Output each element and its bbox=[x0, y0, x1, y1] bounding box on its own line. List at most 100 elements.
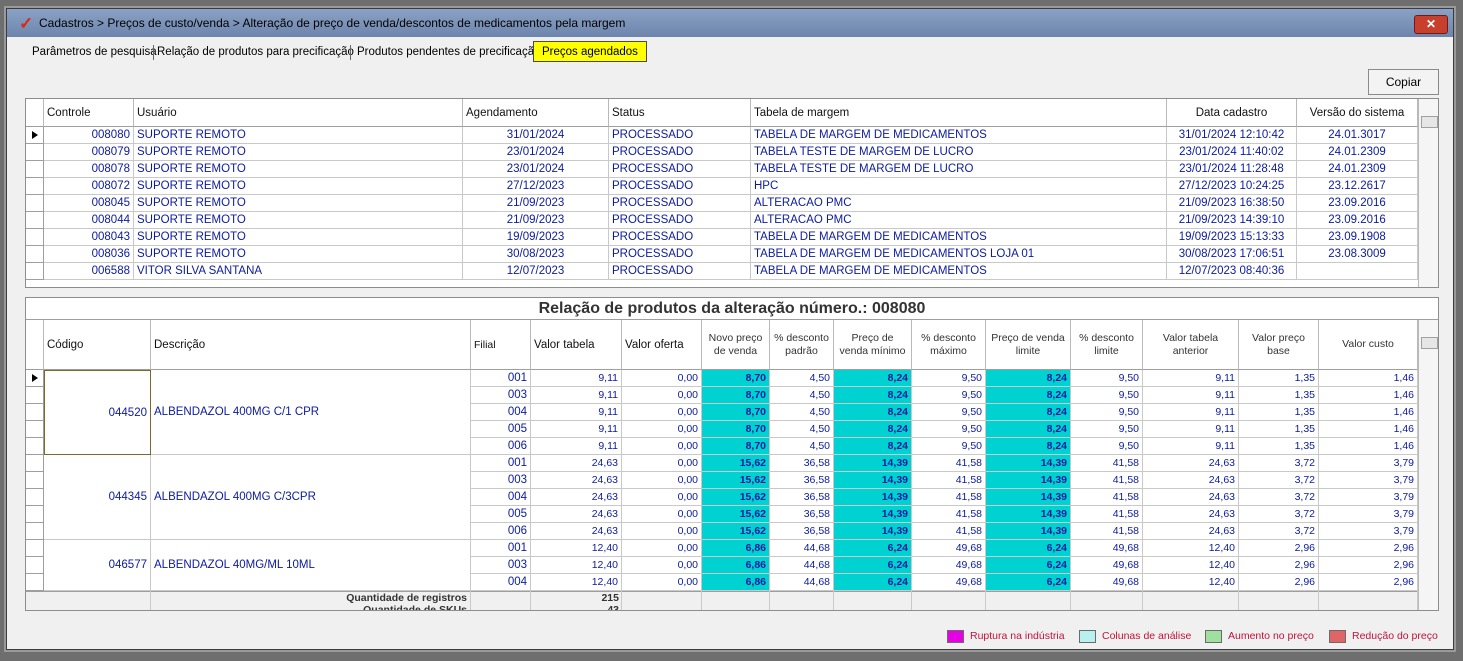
cell-desconto-limite[interactable]: 41,58 bbox=[1071, 523, 1143, 540]
cell-preco-venda-limite[interactable]: 14,39 bbox=[986, 455, 1071, 472]
cell-data-cadastro[interactable]: 19/09/2023 15:13:33 bbox=[1167, 229, 1297, 246]
col-header-desconto-maximo[interactable]: % desconto máximo bbox=[912, 320, 986, 370]
vertical-scrollbar[interactable] bbox=[1418, 320, 1438, 610]
cell-filial[interactable]: 006 bbox=[471, 523, 531, 540]
cell-valor-custo[interactable]: 2,96 bbox=[1319, 557, 1418, 574]
cell-preco-venda-limite[interactable]: 14,39 bbox=[986, 523, 1071, 540]
col-header-agendamento[interactable]: Agendamento bbox=[463, 99, 609, 127]
cell-desconto-maximo[interactable]: 41,58 bbox=[912, 489, 986, 506]
cell-valor-preco-base[interactable]: 1,35 bbox=[1239, 387, 1319, 404]
cell-valor-tabela-anterior[interactable]: 9,11 bbox=[1143, 387, 1239, 404]
cell-valor-preco-base[interactable]: 3,72 bbox=[1239, 472, 1319, 489]
cell-status[interactable]: PROCESSADO bbox=[609, 246, 751, 263]
cell-preco-venda-minimo[interactable]: 14,39 bbox=[834, 523, 912, 540]
cell-desconto-limite[interactable]: 9,50 bbox=[1071, 404, 1143, 421]
row-indicator[interactable] bbox=[26, 489, 44, 506]
cell-agendamento[interactable]: 19/09/2023 bbox=[463, 229, 609, 246]
cell-valor-custo[interactable]: 3,79 bbox=[1319, 506, 1418, 523]
cell-desconto-padrao[interactable]: 4,50 bbox=[770, 438, 834, 455]
cell-filial[interactable]: 004 bbox=[471, 574, 531, 591]
col-header-valor-preco-base[interactable]: Valor preço base bbox=[1239, 320, 1319, 370]
cell-status[interactable]: PROCESSADO bbox=[609, 178, 751, 195]
cell-desconto-padrao[interactable]: 4,50 bbox=[770, 370, 834, 387]
cell-valor-tabela-anterior[interactable]: 12,40 bbox=[1143, 574, 1239, 591]
table-row[interactable]: 008045 SUPORTE REMOTO 21/09/2023 PROCESSADO… bbox=[26, 195, 1418, 212]
table-row[interactable]: 008044 SUPORTE REMOTO 21/09/2023 PROCESSADO… bbox=[26, 212, 1418, 229]
cell-versao-sistema[interactable]: 23.08.3009 bbox=[1297, 246, 1418, 263]
row-indicator[interactable] bbox=[26, 438, 44, 455]
col-header-data-cadastro[interactable]: Data cadastro bbox=[1167, 99, 1297, 127]
tab-search-params[interactable]: Parâmetros de pesquisa bbox=[32, 42, 157, 62]
cell-controle[interactable]: 008045 bbox=[44, 195, 134, 212]
cell-valor-custo[interactable]: 1,46 bbox=[1319, 370, 1418, 387]
cell-preco-venda-limite[interactable]: 8,24 bbox=[986, 421, 1071, 438]
cell-agendamento[interactable]: 27/12/2023 bbox=[463, 178, 609, 195]
cell-desconto-padrao[interactable]: 4,50 bbox=[770, 404, 834, 421]
cell-valor-custo[interactable]: 3,79 bbox=[1319, 472, 1418, 489]
cell-valor-tabela[interactable]: 24,63 bbox=[531, 506, 622, 523]
cell-agendamento[interactable]: 30/08/2023 bbox=[463, 246, 609, 263]
row-indicator[interactable] bbox=[26, 540, 44, 557]
row-indicator[interactable] bbox=[26, 421, 44, 438]
cell-tabela-margem[interactable]: TABELA DE MARGEM DE MEDICAMENTOS bbox=[751, 263, 1167, 280]
cell-filial[interactable]: 003 bbox=[471, 387, 531, 404]
cell-preco-venda-minimo[interactable]: 14,39 bbox=[834, 506, 912, 523]
cell-valor-custo[interactable]: 3,79 bbox=[1319, 523, 1418, 540]
cell-desconto-maximo[interactable]: 41,58 bbox=[912, 472, 986, 489]
cell-desconto-maximo[interactable]: 41,58 bbox=[912, 523, 986, 540]
cell-valor-oferta[interactable]: 0,00 bbox=[622, 540, 702, 557]
cell-valor-oferta[interactable]: 0,00 bbox=[622, 404, 702, 421]
cell-valor-oferta[interactable]: 0,00 bbox=[622, 370, 702, 387]
cell-valor-oferta[interactable]: 0,00 bbox=[622, 472, 702, 489]
cell-versao-sistema[interactable]: 23.09.2016 bbox=[1297, 195, 1418, 212]
tab-products-for-pricing[interactable]: Relação de produtos para precificação bbox=[157, 42, 354, 62]
cell-preco-venda-minimo[interactable]: 8,24 bbox=[834, 421, 912, 438]
cell-agendamento[interactable]: 21/09/2023 bbox=[463, 195, 609, 212]
cell-preco-venda-limite[interactable]: 6,24 bbox=[986, 557, 1071, 574]
cell-valor-tabela[interactable]: 9,11 bbox=[531, 370, 622, 387]
cell-preco-venda-limite[interactable]: 8,24 bbox=[986, 438, 1071, 455]
cell-tabela-margem[interactable]: TABELA TESTE DE MARGEM DE LUCRO bbox=[751, 144, 1167, 161]
cell-desconto-limite[interactable]: 49,68 bbox=[1071, 540, 1143, 557]
cell-agendamento[interactable]: 31/01/2024 bbox=[463, 127, 609, 144]
col-header-valor-tabela-anterior[interactable]: Valor tabela anterior bbox=[1143, 320, 1239, 370]
cell-filial[interactable]: 004 bbox=[471, 404, 531, 421]
cell-tabela-margem[interactable]: ALTERACAO PMC bbox=[751, 212, 1167, 229]
table-row[interactable]: 008036 SUPORTE REMOTO 30/08/2023 PROCESSADO… bbox=[26, 246, 1418, 263]
cell-data-cadastro[interactable]: 31/01/2024 12:10:42 bbox=[1167, 127, 1297, 144]
cell-preco-venda-limite[interactable]: 8,24 bbox=[986, 370, 1071, 387]
cell-preco-venda-limite[interactable]: 8,24 bbox=[986, 404, 1071, 421]
cell-tabela-margem[interactable]: TABELA DE MARGEM DE MEDICAMENTOS LOJA 01 bbox=[751, 246, 1167, 263]
cell-valor-oferta[interactable]: 0,00 bbox=[622, 523, 702, 540]
col-header-codigo[interactable]: Código bbox=[44, 320, 151, 370]
cell-status[interactable]: PROCESSADO bbox=[609, 263, 751, 280]
col-header-valor-tabela[interactable]: Valor tabela bbox=[531, 320, 622, 370]
cell-usuario[interactable]: SUPORTE REMOTO bbox=[134, 229, 463, 246]
cell-valor-tabela[interactable]: 9,11 bbox=[531, 421, 622, 438]
cell-data-cadastro[interactable]: 12/07/2023 08:40:36 bbox=[1167, 263, 1297, 280]
cell-valor-custo[interactable]: 3,79 bbox=[1319, 455, 1418, 472]
cell-valor-preco-base[interactable]: 3,72 bbox=[1239, 523, 1319, 540]
cell-valor-tabela-anterior[interactable]: 24,63 bbox=[1143, 455, 1239, 472]
cell-tabela-margem[interactable]: TABELA TESTE DE MARGEM DE LUCRO bbox=[751, 161, 1167, 178]
cell-status[interactable]: PROCESSADO bbox=[609, 127, 751, 144]
cell-codigo[interactable]: 046577 bbox=[44, 540, 151, 591]
cell-data-cadastro[interactable]: 23/01/2024 11:40:02 bbox=[1167, 144, 1297, 161]
row-indicator[interactable] bbox=[26, 212, 44, 229]
cell-novo-preco-venda[interactable]: 6,86 bbox=[702, 574, 770, 591]
cell-preco-venda-minimo[interactable]: 6,24 bbox=[834, 540, 912, 557]
cell-agendamento[interactable]: 21/09/2023 bbox=[463, 212, 609, 229]
cell-novo-preco-venda[interactable]: 15,62 bbox=[702, 523, 770, 540]
cell-desconto-limite[interactable]: 41,58 bbox=[1071, 472, 1143, 489]
cell-usuario[interactable]: SUPORTE REMOTO bbox=[134, 161, 463, 178]
cell-valor-preco-base[interactable]: 1,35 bbox=[1239, 421, 1319, 438]
cell-valor-oferta[interactable]: 0,00 bbox=[622, 574, 702, 591]
table-row[interactable]: 006588 VITOR SILVA SANTANA 12/07/2023 PROCE… bbox=[26, 263, 1418, 280]
cell-desconto-padrao[interactable]: 36,58 bbox=[770, 455, 834, 472]
row-indicator[interactable] bbox=[26, 127, 44, 144]
cell-agendamento[interactable]: 23/01/2024 bbox=[463, 144, 609, 161]
table-row[interactable]: 008072 SUPORTE REMOTO 27/12/2023 PROCESSADO… bbox=[26, 178, 1418, 195]
cell-filial[interactable]: 005 bbox=[471, 421, 531, 438]
cell-usuario[interactable]: SUPORTE REMOTO bbox=[134, 246, 463, 263]
cell-controle[interactable]: 008036 bbox=[44, 246, 134, 263]
